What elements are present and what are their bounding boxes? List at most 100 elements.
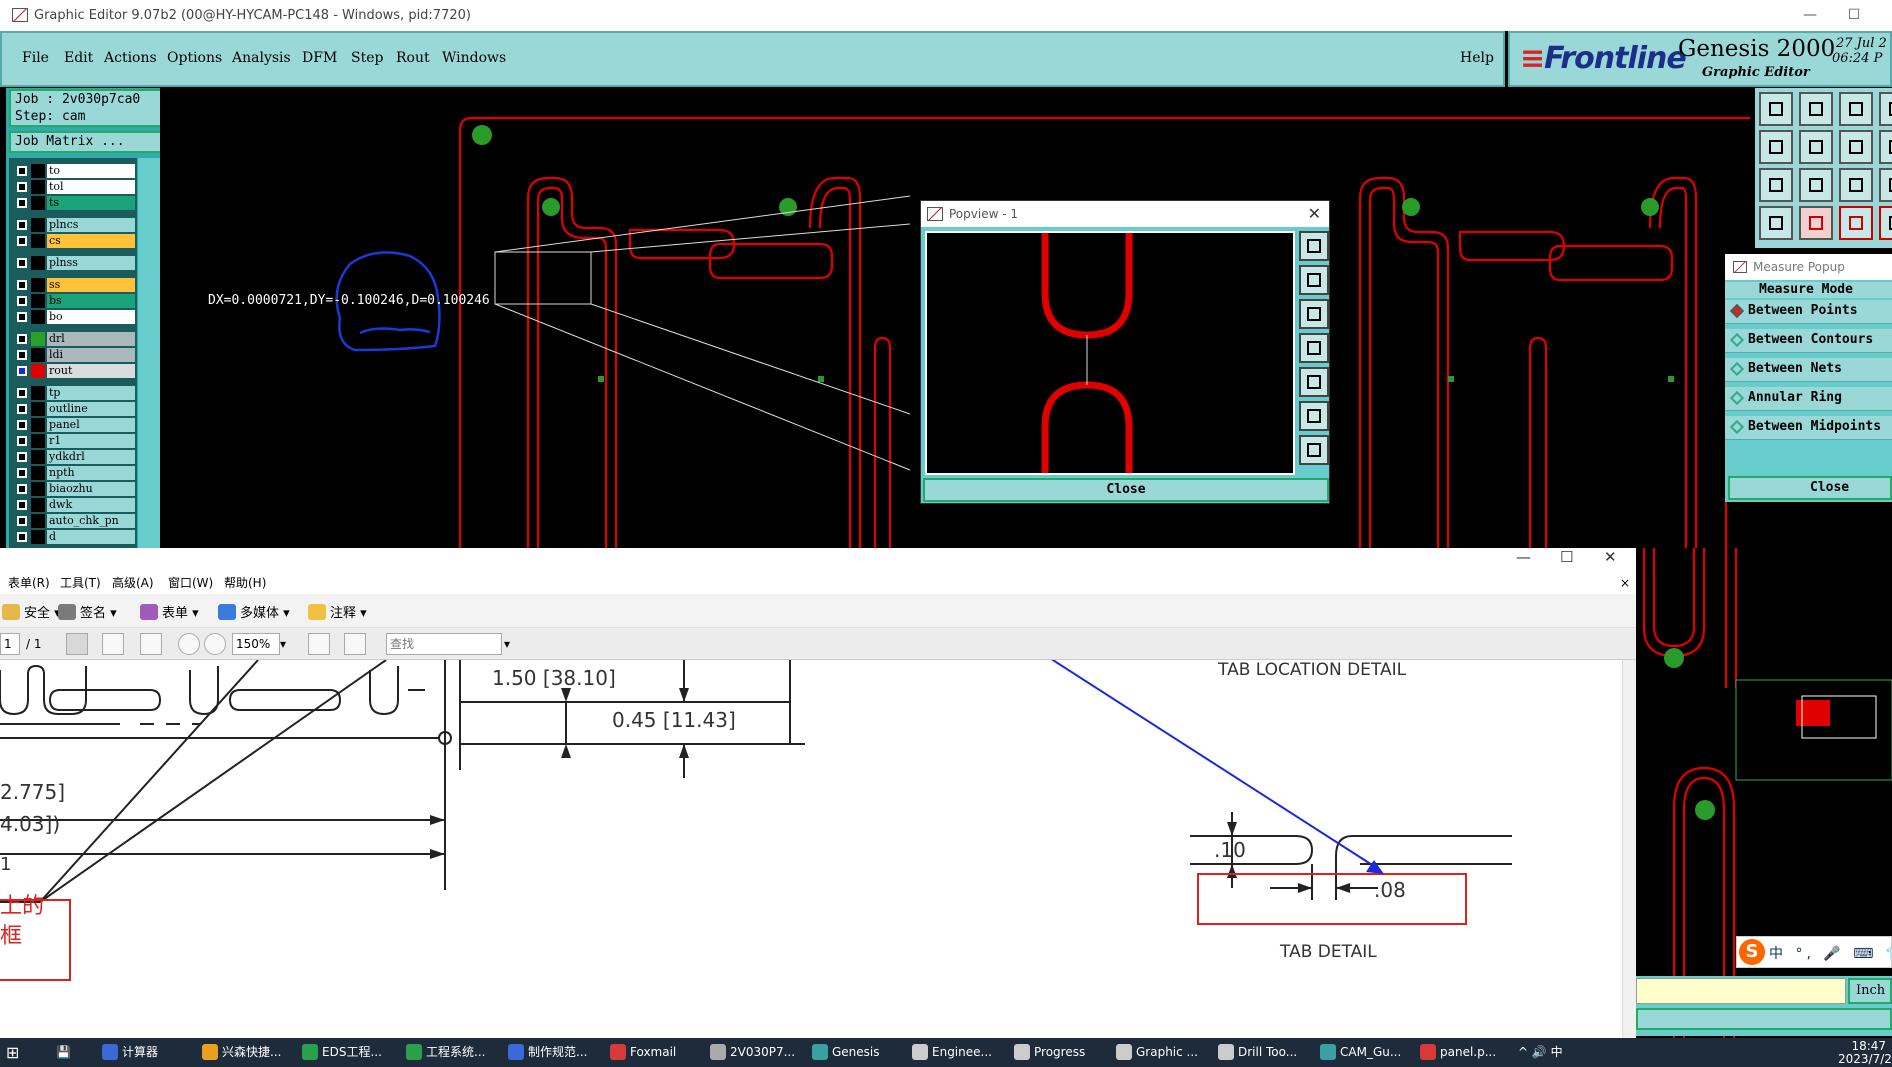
unit-button[interactable]: Inch xyxy=(1848,978,1892,1004)
popview-center-icon[interactable] xyxy=(1299,435,1329,465)
layer-row-bo[interactable]: bo xyxy=(13,310,135,324)
layer-color-swatch[interactable] xyxy=(31,402,45,416)
layer-color-swatch[interactable] xyxy=(31,514,45,528)
taskbar-item-6[interactable]: 2V030P7... xyxy=(708,1038,795,1067)
layer-row-dwk[interactable]: dwk xyxy=(13,498,135,512)
menu-file[interactable]: File xyxy=(22,50,49,66)
menu-actions[interactable]: Actions xyxy=(104,50,157,66)
pdf-scrollbar[interactable] xyxy=(1622,660,1636,1038)
popview-close-button[interactable]: Close xyxy=(923,478,1329,502)
layer-checkbox[interactable] xyxy=(17,436,27,446)
taskbar-item-4[interactable]: 制作规范... xyxy=(506,1038,587,1067)
taskbar-item-8[interactable]: Enginee... xyxy=(910,1038,992,1067)
pdf-tool-4[interactable]: 注释 ▾ xyxy=(308,602,367,621)
search-dropdown-icon[interactable]: ▾ xyxy=(504,633,510,655)
layer-row-cs[interactable]: cs xyxy=(13,234,135,248)
hand-tool-icon[interactable] xyxy=(102,633,124,655)
layer-color-swatch[interactable] xyxy=(31,434,45,448)
taskbar-item-11[interactable]: Drill Too... xyxy=(1216,1038,1297,1067)
save-icon[interactable]: 💾 xyxy=(56,1038,71,1067)
pdf-menu-help[interactable]: 帮助(H) xyxy=(224,572,266,594)
menu-step[interactable]: Step xyxy=(351,50,383,66)
pdf-close-button[interactable]: ✕ xyxy=(1604,548,1617,566)
pdf-menu-window[interactable]: 窗口(W) xyxy=(168,572,213,594)
taskbar-item-9[interactable]: Progress xyxy=(1012,1038,1085,1067)
pdf-tool-0[interactable]: 安全 ▾ xyxy=(2,602,61,621)
tool-export-icon[interactable] xyxy=(1759,92,1793,126)
layer-row-tp[interactable]: tp xyxy=(13,386,135,400)
layer-checkbox[interactable] xyxy=(17,312,27,322)
layer-checkbox[interactable] xyxy=(17,500,27,510)
zoom-in-icon[interactable] xyxy=(204,633,226,655)
tool-center-icon[interactable] xyxy=(1799,168,1833,202)
zoom-tool-icon[interactable] xyxy=(140,633,162,655)
menu-edit[interactable]: Edit xyxy=(64,50,93,66)
search-input[interactable]: 查找 xyxy=(386,633,502,655)
command-input[interactable] xyxy=(1636,978,1846,1004)
layer-checkbox[interactable] xyxy=(17,258,27,268)
clock[interactable]: 18:47 2023/7/27 xyxy=(1838,1040,1892,1066)
layer-row-plncs[interactable]: plncs xyxy=(13,218,135,232)
tool-extra-icon[interactable] xyxy=(1879,92,1892,126)
layer-color-swatch[interactable] xyxy=(31,418,45,432)
pdf-menu-form[interactable]: 表单(R) xyxy=(8,572,50,594)
tool-import-icon[interactable] xyxy=(1799,92,1833,126)
layer-checkbox[interactable] xyxy=(17,420,27,430)
popview-down-icon[interactable] xyxy=(1299,299,1329,329)
layer-color-swatch[interactable] xyxy=(31,310,45,324)
layer-color-swatch[interactable] xyxy=(31,218,45,232)
layer-row-biaozhu[interactable]: biaozhu xyxy=(13,482,135,496)
layer-color-swatch[interactable] xyxy=(31,450,45,464)
layer-color-swatch[interactable] xyxy=(31,180,45,194)
layer-checkbox[interactable] xyxy=(17,404,27,414)
layer-checkbox[interactable] xyxy=(17,468,27,478)
popview-left-icon[interactable] xyxy=(1299,333,1329,363)
layer-row-bs[interactable]: bs xyxy=(13,294,135,308)
popview-fit-icon[interactable] xyxy=(1299,401,1329,431)
tool-extra4-icon[interactable] xyxy=(1879,206,1892,240)
taskbar-item-12[interactable]: CAM_Gu... xyxy=(1318,1038,1401,1067)
page-number-input[interactable]: 1 xyxy=(0,633,20,655)
tool-ruler-icon[interactable] xyxy=(1839,206,1873,240)
layer-row-outline[interactable]: outline xyxy=(13,402,135,416)
layer-checkbox[interactable] xyxy=(17,532,27,542)
select-tool-icon[interactable] xyxy=(66,633,88,655)
taskbar-item-2[interactable]: EDS工程... xyxy=(300,1038,382,1067)
layer-row-npth[interactable]: npth xyxy=(13,466,135,480)
maximize-button[interactable]: ☐ xyxy=(1834,0,1874,31)
layer-color-swatch[interactable] xyxy=(31,364,45,378)
popview-close-icon[interactable]: ✕ xyxy=(1308,201,1321,227)
start-button[interactable]: ⊞ xyxy=(6,1038,19,1067)
pdf-doc-close-icon[interactable]: × xyxy=(1620,572,1630,594)
taskbar-item-7[interactable]: Genesis xyxy=(810,1038,880,1067)
job-matrix-button[interactable]: Job Matrix ... xyxy=(9,131,163,153)
layer-row-tol[interactable]: tol xyxy=(13,180,135,194)
layer-row-ts[interactable]: ts xyxy=(13,196,135,210)
taskbar-item-10[interactable]: Graphic ... xyxy=(1114,1038,1198,1067)
layer-row-ldi[interactable]: ldi xyxy=(13,348,135,362)
ime-toolbar[interactable]: S 中 °, 🎤 ⌨ 👕 xyxy=(1736,936,1892,968)
popview-right-icon[interactable] xyxy=(1299,367,1329,397)
layer-color-swatch[interactable] xyxy=(31,164,45,178)
layer-color-swatch[interactable] xyxy=(31,386,45,400)
menu-help[interactable]: Help xyxy=(1460,50,1494,66)
measure-option-annular-ring[interactable]: Annular Ring xyxy=(1725,387,1892,411)
menu-options[interactable]: Options xyxy=(167,50,222,66)
layer-color-swatch[interactable] xyxy=(31,294,45,308)
layer-row-drl[interactable]: drl xyxy=(13,332,135,346)
tool-extra3-icon[interactable] xyxy=(1879,168,1892,202)
layer-checkbox[interactable] xyxy=(17,366,27,376)
layer-checkbox[interactable] xyxy=(17,334,27,344)
layer-color-swatch[interactable] xyxy=(31,498,45,512)
layer-checkbox[interactable] xyxy=(17,182,27,192)
layer-checkbox[interactable] xyxy=(17,388,27,398)
pdf-menu-advanced[interactable]: 高级(A) xyxy=(112,572,154,594)
layer-color-swatch[interactable] xyxy=(31,348,45,362)
tool-left-icon[interactable] xyxy=(1759,130,1793,164)
tool-home-icon[interactable] xyxy=(1839,92,1873,126)
measure-option-between-midpoints[interactable]: Between Midpoints xyxy=(1725,416,1892,440)
layer-checkbox[interactable] xyxy=(17,236,27,246)
layer-row-ydkdrl[interactable]: ydkdrl xyxy=(13,450,135,464)
tool-scale-icon[interactable] xyxy=(1839,168,1873,202)
system-tray[interactable]: ^ 🔊 中 xyxy=(1518,1038,1563,1067)
